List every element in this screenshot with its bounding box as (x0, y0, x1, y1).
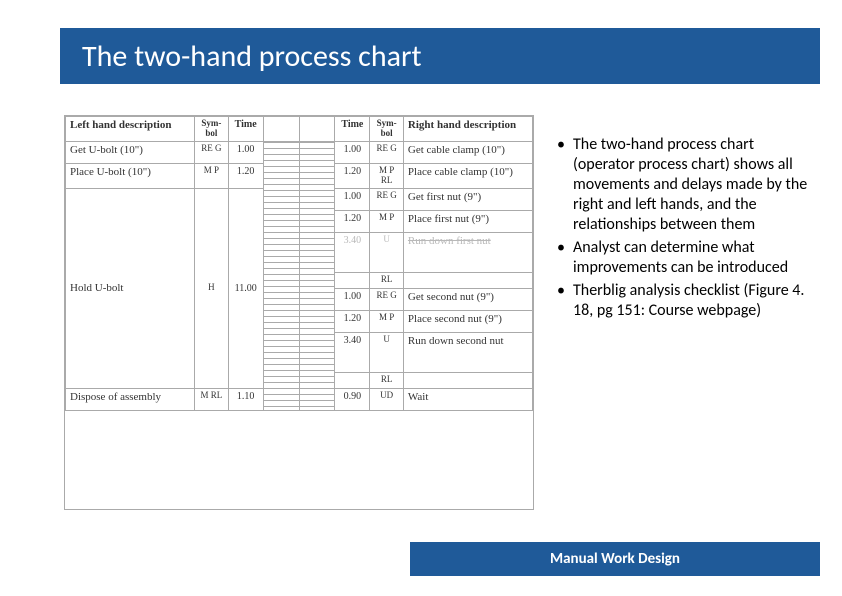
right-time: 1.20 (335, 210, 370, 232)
left-sym: RE G (195, 141, 229, 163)
th-tally-l (263, 117, 299, 142)
footer-bar: Manual Work Design (410, 542, 820, 576)
right-time: 3.40 (335, 232, 370, 272)
right-time: 1.20 (335, 163, 370, 188)
right-sym: M P (370, 310, 404, 332)
left-time: 1.20 (228, 163, 263, 188)
left-desc: Dispose of assembly (66, 388, 195, 410)
th-left-sym: Sym-bol (195, 117, 229, 142)
right-time: 1.00 (335, 288, 370, 310)
left-time: 1.10 (228, 388, 263, 410)
right-sym: RE G (370, 141, 404, 163)
th-left-time: Time (228, 117, 263, 142)
th-right-desc: Right hand description (403, 117, 532, 142)
list-item: The two-hand process chart (operator pro… (555, 135, 810, 235)
right-desc: Wait (403, 388, 532, 410)
title-bar: The two-hand process chart (60, 28, 820, 84)
right-time (335, 372, 370, 388)
tally-marks-left (264, 142, 299, 410)
right-time: 0.90 (335, 388, 370, 410)
footer-text: Manual Work Design (550, 550, 680, 568)
right-time: 1.00 (335, 141, 370, 163)
left-sym: M P (195, 163, 229, 188)
th-left-desc: Left hand description (66, 117, 195, 142)
left-desc: Get U-bolt (10") (66, 141, 195, 163)
right-desc: Place first nut (9") (403, 210, 532, 232)
left-desc: Place U-bolt (10") (66, 163, 195, 188)
bullet-list: The two-hand process chart (operator pro… (555, 135, 810, 324)
list-item: Analyst can determine what improvements … (555, 238, 810, 278)
tally-marks-right (300, 142, 335, 410)
right-desc: Place cable clamp (10") (403, 163, 532, 188)
left-sym: H (195, 188, 229, 388)
right-sym: RE G (370, 188, 404, 210)
th-tally-r (299, 117, 335, 142)
right-time: 3.40 (335, 332, 370, 372)
left-time: 1.00 (228, 141, 263, 163)
right-sym: UD (370, 388, 404, 410)
right-sym: M P (370, 210, 404, 232)
right-time (335, 272, 370, 288)
right-sym: U (370, 332, 404, 372)
right-sym: RL (370, 372, 404, 388)
right-desc (403, 272, 532, 288)
two-hand-chart-table: Left hand description Sym-bol Time Time … (65, 116, 533, 411)
table-row: Get U-bolt (10") RE G 1.00 1.00 RE G Get… (66, 141, 533, 163)
right-desc: Get cable clamp (10") (403, 141, 532, 163)
title-text: The two-hand process chart (82, 38, 422, 75)
th-right-sym: Sym-bol (370, 117, 404, 142)
right-sym: RE G (370, 288, 404, 310)
right-desc: Place second nut (9") (403, 310, 532, 332)
left-time: 11.00 (228, 188, 263, 388)
right-sym: RL (370, 272, 404, 288)
th-right-time: Time (335, 117, 370, 142)
left-sym: M RL (195, 388, 229, 410)
right-time: 1.20 (335, 310, 370, 332)
list-item: Therblig analysis checklist (Figure 4. 1… (555, 281, 810, 321)
right-desc: Get first nut (9") (403, 188, 532, 210)
right-desc (403, 372, 532, 388)
right-desc: Run down second nut (403, 332, 532, 372)
right-sym: U (370, 232, 404, 272)
left-desc: Hold U-bolt (66, 188, 195, 388)
right-desc: Get second nut (9") (403, 288, 532, 310)
right-time: 1.00 (335, 188, 370, 210)
right-sym: M P RL (370, 163, 404, 188)
right-desc: Run down first nut (403, 232, 532, 272)
process-chart: Left hand description Sym-bol Time Time … (64, 115, 534, 510)
